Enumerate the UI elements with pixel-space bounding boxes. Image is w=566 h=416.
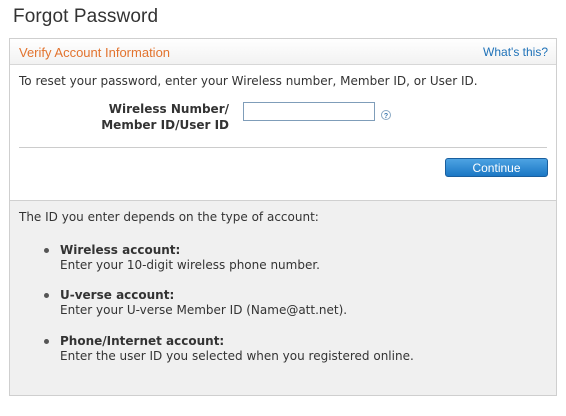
forgot-password-page: Forgot Password Verify Account Informati… bbox=[0, 0, 566, 416]
bullet-icon bbox=[44, 248, 49, 253]
id-field-label: Wireless Number/ Member ID/User ID bbox=[96, 101, 229, 133]
account-title: Phone/Internet account: bbox=[60, 334, 225, 348]
whats-this-link[interactable]: What's this? bbox=[483, 45, 548, 59]
reset-instructions: To reset your password, enter your Wirel… bbox=[19, 74, 478, 88]
account-type-intro: The ID you enter depends on the type of … bbox=[19, 210, 319, 224]
continue-button[interactable]: Continue bbox=[445, 158, 548, 177]
page-title: Forgot Password bbox=[13, 6, 159, 27]
question-mark-icon[interactable]: ? bbox=[381, 105, 391, 120]
panel-title: Verify Account Information bbox=[19, 45, 171, 60]
account-title: Wireless account: bbox=[60, 243, 181, 257]
panel-header: Verify Account Information What's this? bbox=[10, 39, 556, 65]
verification-form: To reset your password, enter your Wirel… bbox=[10, 65, 556, 201]
id-field-label-line-2: Member ID/User ID bbox=[101, 118, 229, 132]
account-title: U-verse account: bbox=[60, 288, 175, 302]
account-description: Enter the user ID you selected when you … bbox=[60, 349, 414, 363]
form-divider bbox=[19, 147, 547, 148]
id-field-label-line-1: Wireless Number/ bbox=[108, 102, 229, 116]
account-description: Enter your U-verse Member ID (Name@att.n… bbox=[60, 303, 348, 317]
svg-text:?: ? bbox=[384, 113, 388, 120]
wireless-member-user-id-input[interactable] bbox=[243, 102, 375, 121]
bullet-icon bbox=[44, 293, 49, 298]
verify-account-panel: Verify Account Information What's this? … bbox=[9, 38, 557, 396]
account-description: Enter your 10-digit wireless phone numbe… bbox=[60, 258, 320, 272]
bullet-icon bbox=[44, 339, 49, 344]
account-id-help-section: The ID you enter depends on the type of … bbox=[10, 201, 556, 395]
